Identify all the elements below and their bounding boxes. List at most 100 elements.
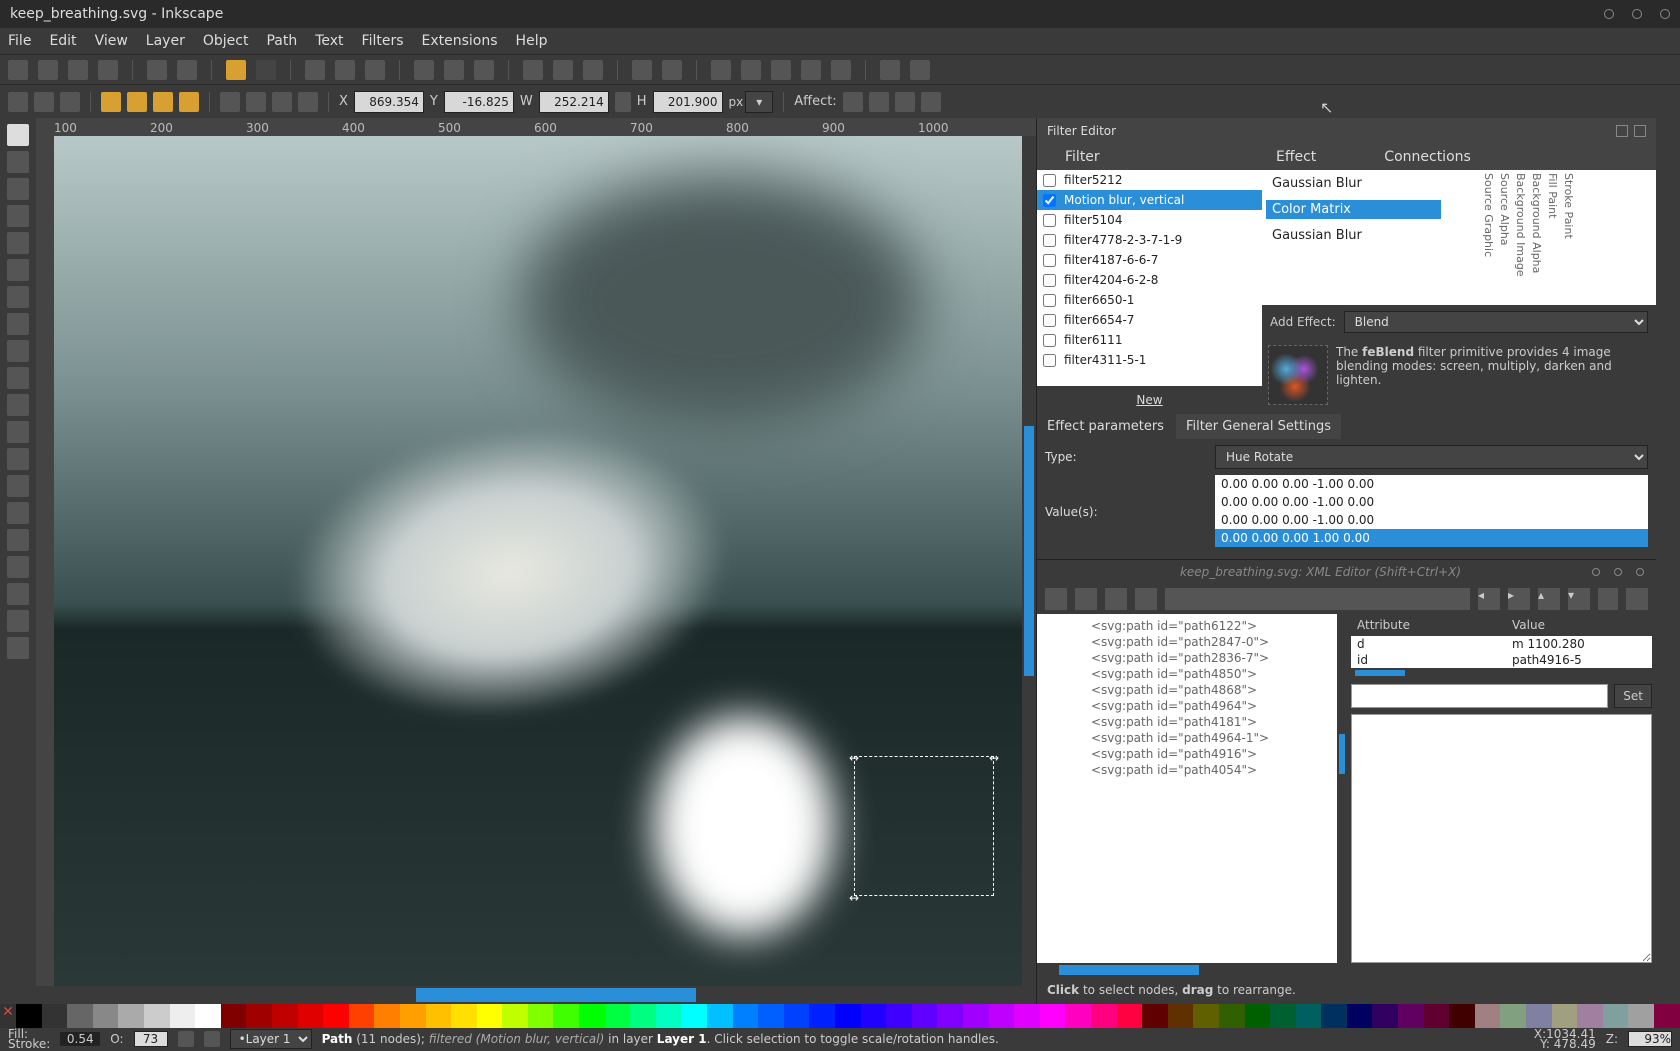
menu-extensions[interactable]: Extensions	[422, 33, 498, 49]
layer-lock-icon[interactable]	[204, 1031, 220, 1047]
color-swatch[interactable]	[1552, 1004, 1578, 1028]
color-swatch[interactable]	[1168, 1004, 1194, 1028]
menu-file[interactable]: File	[8, 33, 31, 49]
conn-source[interactable]: Stroke Paint	[1561, 172, 1576, 278]
xml-icon[interactable]	[771, 60, 791, 80]
color-swatch[interactable]	[1372, 1004, 1398, 1028]
color-swatch[interactable]	[1500, 1004, 1526, 1028]
menu-path[interactable]: Path	[266, 33, 297, 49]
color-swatch[interactable]	[1603, 1004, 1629, 1028]
bezier-tool-icon[interactable]	[7, 421, 29, 443]
filter-item[interactable]: filter4204-6-2-8	[1037, 270, 1262, 290]
raise-top-icon[interactable]	[220, 92, 240, 112]
fill-stroke-icon[interactable]	[711, 60, 731, 80]
calligraphy-tool-icon[interactable]	[7, 448, 29, 470]
redo-icon[interactable]	[256, 60, 276, 80]
node-tool-icon[interactable]	[7, 151, 29, 173]
no-color-swatch[interactable]: ✕	[0, 1004, 16, 1028]
clone-icon[interactable]	[553, 60, 573, 80]
conn-source[interactable]: Fill Paint	[1545, 172, 1560, 278]
align-icon[interactable]	[801, 60, 821, 80]
layers-icon[interactable]	[831, 60, 851, 80]
xml-hscroll-thumb[interactable]	[1059, 965, 1199, 975]
filter-checkbox[interactable]	[1043, 234, 1056, 247]
color-swatch[interactable]	[323, 1004, 349, 1028]
color-swatch[interactable]	[886, 1004, 912, 1028]
flip-v-icon[interactable]	[179, 92, 199, 112]
duplicate-icon[interactable]	[523, 60, 543, 80]
filter-checkbox[interactable]	[1043, 354, 1056, 367]
color-swatch[interactable]	[861, 1004, 887, 1028]
panel-min-icon[interactable]	[1592, 568, 1600, 576]
paste-icon[interactable]	[365, 60, 385, 80]
flip-h-icon[interactable]	[153, 92, 173, 112]
raise-icon[interactable]	[246, 92, 266, 112]
color-swatch[interactable]	[1142, 1004, 1168, 1028]
filter-checkbox[interactable]	[1043, 294, 1056, 307]
zoom-page-icon[interactable]	[474, 60, 494, 80]
cut-icon[interactable]	[335, 60, 355, 80]
filter-item[interactable]: filter6111	[1037, 330, 1262, 350]
menu-object[interactable]: Object	[203, 33, 249, 49]
select-all-icon[interactable]	[8, 92, 28, 112]
tab-filter-general[interactable]: Filter General Settings	[1176, 414, 1341, 439]
conn-source[interactable]: Source Alpha	[1497, 172, 1512, 278]
color-swatch[interactable]	[1526, 1004, 1552, 1028]
color-swatch[interactable]	[528, 1004, 554, 1028]
color-swatch[interactable]	[221, 1004, 247, 1028]
unlink-icon[interactable]	[583, 60, 603, 80]
canvas-vscroll[interactable]	[1024, 426, 1034, 676]
panel-close-icon[interactable]	[1636, 568, 1644, 576]
color-swatch[interactable]	[784, 1004, 810, 1028]
color-swatch[interactable]	[937, 1004, 963, 1028]
canvas[interactable]	[54, 136, 1022, 986]
color-swatch[interactable]	[681, 1004, 707, 1028]
set-button[interactable]: Set	[1614, 684, 1652, 708]
xml-prev-icon[interactable]: ◂	[1478, 588, 1500, 610]
matrix-row[interactable]: 0.00 0.00 0.00 1.00 0.00	[1215, 529, 1648, 547]
color-swatch[interactable]	[733, 1004, 759, 1028]
panel-min-icon[interactable]	[1616, 125, 1628, 137]
color-swatch[interactable]	[42, 1004, 68, 1028]
filter-checkbox[interactable]	[1043, 334, 1056, 347]
color-swatch[interactable]	[93, 1004, 119, 1028]
x-input[interactable]	[354, 91, 424, 113]
menu-layer[interactable]: Layer	[146, 33, 185, 49]
attr-row[interactable]: dm 1100.280	[1351, 636, 1652, 652]
scale-handle[interactable]	[849, 751, 859, 761]
xml-node[interactable]: <svg:path id="path4916">	[1043, 746, 1331, 762]
eraser-tool-icon[interactable]	[7, 529, 29, 551]
xml-duplicate-icon[interactable]	[1105, 588, 1127, 610]
color-swatch[interactable]	[1245, 1004, 1271, 1028]
color-swatch[interactable]	[1219, 1004, 1245, 1028]
color-swatch[interactable]	[451, 1004, 477, 1028]
color-swatch[interactable]	[963, 1004, 989, 1028]
text-icon[interactable]	[741, 60, 761, 80]
export-icon[interactable]	[177, 60, 197, 80]
text-tool-icon[interactable]	[7, 475, 29, 497]
affect-stroke-icon[interactable]	[843, 92, 863, 112]
color-swatch[interactable]	[1321, 1004, 1347, 1028]
type-select[interactable]: Hue Rotate	[1215, 445, 1648, 469]
color-swatch[interactable]	[1347, 1004, 1373, 1028]
copy-icon[interactable]	[305, 60, 325, 80]
open-icon[interactable]	[38, 60, 58, 80]
lower-icon[interactable]	[272, 92, 292, 112]
xml-node[interactable]: <svg:path id="path4850">	[1043, 666, 1331, 682]
import-icon[interactable]	[147, 60, 167, 80]
filter-item[interactable]: Motion blur, vertical	[1037, 190, 1262, 210]
ruler-horizontal[interactable]: 1002003004005006007008009001000	[36, 118, 1036, 136]
color-swatch[interactable]	[118, 1004, 144, 1028]
color-swatch[interactable]	[1091, 1004, 1117, 1028]
scale-handle[interactable]	[989, 751, 999, 761]
pencil-tool-icon[interactable]	[7, 394, 29, 416]
zoom-drawing-icon[interactable]	[444, 60, 464, 80]
xml-node[interactable]: <svg:path id="path4964-1">	[1043, 730, 1331, 746]
lower-bottom-icon[interactable]	[298, 92, 318, 112]
new-icon[interactable]	[8, 60, 28, 80]
color-swatch[interactable]	[1577, 1004, 1603, 1028]
selection-box[interactable]	[854, 756, 994, 896]
filter-checkbox[interactable]	[1043, 174, 1056, 187]
matrix-row[interactable]: 0.00 0.00 0.00 -1.00 0.00	[1215, 475, 1648, 493]
color-swatch[interactable]	[707, 1004, 733, 1028]
